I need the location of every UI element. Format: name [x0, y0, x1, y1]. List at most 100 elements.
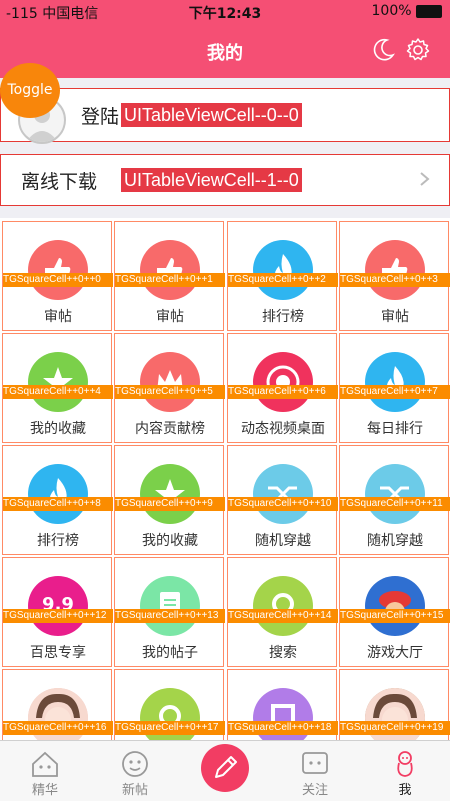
- tab-me[interactable]: 我: [360, 741, 450, 801]
- square-label: 我的收藏: [30, 421, 86, 437]
- square-debug-tag: TGSquareCell++0++0: [3, 273, 113, 287]
- square-label: 每日排行: [367, 421, 423, 437]
- square-debug-tag: TGSquareCell++0++15: [340, 609, 450, 623]
- square-debug-tag: TGSquareCell++0++4: [3, 385, 113, 399]
- pencil-icon: [215, 756, 237, 778]
- square-grid: TGSquareCell++0++0 审帖 TGSquareCell++0++1 审帖…: [0, 218, 450, 740]
- status-bar: -115 中国电信 下午12:43 100%: [0, 0, 450, 24]
- square-label: 审帖: [44, 309, 72, 325]
- square-cell[interactable]: TGSquareCell++0++13 我的帖子: [114, 557, 225, 667]
- star-icon: [28, 352, 88, 412]
- login-cell[interactable]: 登陆 UITableViewCell--0--0: [0, 88, 450, 144]
- mario-icon: [365, 576, 425, 636]
- search-icon: [253, 576, 313, 636]
- offline-download-cell[interactable]: 离线下载 UITableViewCell--1--0: [0, 154, 450, 206]
- crown-icon: [140, 352, 200, 412]
- square-cell[interactable]: TGSquareCell++0++18: [227, 669, 338, 740]
- cell-debug-tag: UITableViewCell--0--0: [121, 103, 302, 127]
- square-debug-tag: TGSquareCell++0++12: [3, 609, 113, 623]
- square-cell[interactable]: TGSquareCell++0++4 我的收藏: [2, 333, 113, 443]
- square-debug-tag: TGSquareCell++0++9: [115, 497, 225, 511]
- nav-bar: 我的: [0, 24, 450, 78]
- tab-essence[interactable]: 精华: [0, 741, 90, 801]
- square-cell[interactable]: TGSquareCell++0++14 搜索: [227, 557, 338, 667]
- square-debug-tag: TGSquareCell++0++11: [340, 497, 450, 511]
- flame-icon: [365, 352, 425, 412]
- thumbs-up-icon: [140, 240, 200, 300]
- square-cell[interactable]: TGSquareCell++0++9 我的收藏: [114, 445, 225, 555]
- person-icon: [397, 751, 413, 777]
- square-debug-tag: TGSquareCell++0++3: [340, 273, 450, 287]
- tab-label: 新帖: [121, 783, 148, 798]
- square-cell[interactable]: TGSquareCell++0++11 随机穿越: [339, 445, 450, 555]
- battery-label: 100%: [372, 3, 442, 19]
- tab-label: 我: [398, 783, 412, 798]
- flame-icon: [28, 464, 88, 524]
- gear-icon[interactable]: [404, 36, 432, 64]
- tab-follow[interactable]: 关注: [270, 741, 360, 801]
- square-label: 搜索: [269, 645, 297, 661]
- square-cell[interactable]: TGSquareCell++0++0 审帖: [2, 221, 113, 331]
- shuffle-icon: [365, 464, 425, 524]
- cell-debug-tag: UITableViewCell--1--0: [121, 168, 302, 192]
- square-label: 百思专享: [30, 645, 86, 661]
- shuffle-icon: [253, 464, 313, 524]
- square-cell[interactable]: TGSquareCell++0++6 动态视频桌面: [227, 333, 338, 443]
- square-cell[interactable]: TGSquareCell++0++19: [339, 669, 450, 740]
- square-debug-tag: TGSquareCell++0++13: [115, 609, 225, 623]
- square-cell[interactable]: TGSquareCell++0++8 排行榜: [2, 445, 113, 555]
- square-label: 动态视频桌面: [241, 421, 325, 437]
- square-cell[interactable]: 9.9 TGSquareCell++0++12 百思专享: [2, 557, 113, 667]
- square-cell[interactable]: TGSquareCell++0++3 审帖: [339, 221, 450, 331]
- square-label: 游戏大厅: [367, 645, 423, 661]
- square-cell[interactable]: TGSquareCell++0++7 每日排行: [339, 333, 450, 443]
- thumbs-up-icon: [365, 240, 425, 300]
- square-debug-tag: TGSquareCell++0++16: [3, 721, 113, 735]
- tab-label: 关注: [301, 783, 328, 798]
- square-debug-tag: TGSquareCell++0++6: [228, 385, 338, 399]
- square-debug-tag: TGSquareCell++0++1: [115, 273, 225, 287]
- square-label: 随机穿越: [255, 533, 311, 549]
- login-label: 登陆: [81, 106, 120, 128]
- square-debug-tag: TGSquareCell++0++8: [3, 497, 113, 511]
- square-label: 我的帖子: [142, 645, 198, 661]
- square-debug-tag: TGSquareCell++0++7: [340, 385, 450, 399]
- square-cell[interactable]: TGSquareCell++0++10 随机穿越: [227, 445, 338, 555]
- video-icon: [253, 352, 313, 412]
- square-debug-tag: TGSquareCell++0++14: [228, 609, 338, 623]
- chat-icon: [302, 752, 328, 774]
- square-cell[interactable]: TGSquareCell++0++16: [2, 669, 113, 740]
- square-debug-tag: TGSquareCell++0++2: [228, 273, 338, 287]
- toggle-button[interactable]: Toggle: [0, 63, 60, 118]
- house-icon: [32, 751, 58, 777]
- square-cell[interactable]: TGSquareCell++0++1 审帖: [114, 221, 225, 331]
- square-label: 内容贡献榜: [135, 421, 205, 437]
- smiley-icon: [122, 751, 148, 777]
- square-debug-tag: TGSquareCell++0++18: [228, 721, 338, 735]
- flame-icon: [253, 240, 313, 300]
- square-cell[interactable]: TGSquareCell++0++5 内容贡献榜: [114, 333, 225, 443]
- tab-new-posts[interactable]: 新帖: [90, 741, 180, 801]
- badge-99-icon: 9.9: [28, 576, 88, 636]
- star-icon: [140, 464, 200, 524]
- square-label: 我的收藏: [142, 533, 198, 549]
- square-cell[interactable]: TGSquareCell++0++17: [114, 669, 225, 740]
- moon-icon[interactable]: [370, 37, 396, 63]
- thumbs-up-icon: [28, 240, 88, 300]
- square-debug-tag: TGSquareCell++0++5: [115, 385, 225, 399]
- square-cell[interactable]: TGSquareCell++0++15 游戏大厅: [339, 557, 450, 667]
- square-debug-tag: TGSquareCell++0++17: [115, 721, 225, 735]
- square-debug-tag: TGSquareCell++0++10: [228, 497, 338, 511]
- square-label: 随机穿越: [367, 533, 423, 549]
- chevron-right-icon: [420, 172, 430, 186]
- square-cell[interactable]: TGSquareCell++0++2 排行榜: [227, 221, 338, 331]
- offline-download-label: 离线下载: [21, 171, 98, 193]
- square-label: 排行榜: [37, 533, 79, 549]
- tab-label: 精华: [31, 783, 58, 798]
- publish-button[interactable]: [201, 744, 249, 792]
- document-icon: [140, 576, 200, 636]
- square-label: 审帖: [381, 309, 409, 325]
- square-label: 审帖: [156, 309, 184, 325]
- square-debug-tag: TGSquareCell++0++19: [340, 721, 450, 735]
- square-label: 排行榜: [262, 309, 304, 325]
